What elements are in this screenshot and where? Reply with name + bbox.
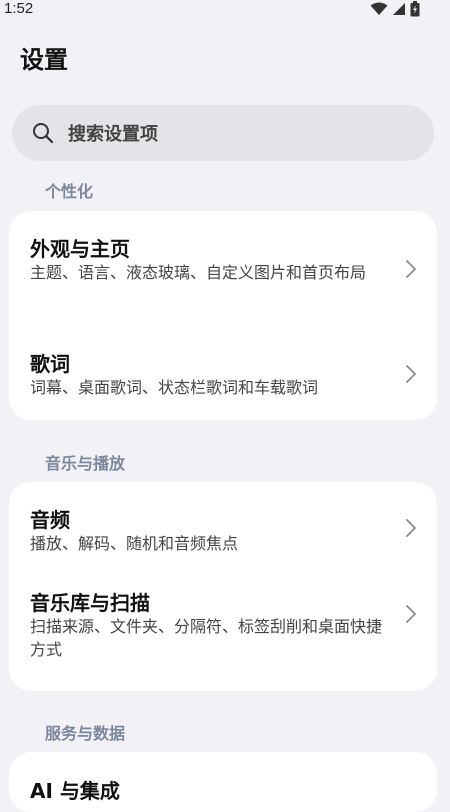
section-label-services-data: 服务与数据 <box>45 724 126 743</box>
chevron-right-icon <box>406 365 416 383</box>
status-bar: 1:52 <box>0 0 450 22</box>
item-subtitle: 播放、解码、随机和音频焦点 <box>30 534 239 553</box>
status-icons <box>370 1 420 17</box>
settings-item-audio[interactable]: 音频 播放、解码、随机和音频焦点 <box>9 482 437 574</box>
section-label-personalization: 个性化 <box>45 182 94 201</box>
status-time: 1:52 <box>4 0 34 17</box>
chevron-right-icon <box>406 519 416 537</box>
item-subtitle: 词幕、桌面歌词、状态栏歌词和车载歌词 <box>30 378 319 397</box>
signal-icon <box>393 3 405 15</box>
settings-card-services-data: AI 与集成 <box>9 752 437 812</box>
battery-charging-icon <box>410 1 420 17</box>
settings-item-ai-integration[interactable]: AI 与集成 <box>9 752 437 812</box>
settings-card-music-playback: 音频 播放、解码、随机和音频焦点 音乐库与扫描 扫描来源、文件夹、分隔符、标签刮… <box>9 482 437 691</box>
search-input[interactable]: 搜索设置项 <box>12 105 434 161</box>
item-subtitle: 扫描来源、文件夹、分隔符、标签刮削和桌面快捷方式 <box>30 617 383 659</box>
item-title: 音乐库与扫描 <box>30 591 150 615</box>
page-title: 设置 <box>20 46 68 74</box>
settings-item-music-library[interactable]: 音乐库与扫描 扫描来源、文件夹、分隔符、标签刮削和桌面快捷方式 <box>9 574 437 691</box>
settings-item-lyrics[interactable]: 歌词 词幕、桌面歌词、状态栏歌词和车载歌词 <box>9 331 437 420</box>
settings-item-appearance[interactable]: 外观与主页 主题、语言、液态玻璃、自定义图片和首页布局 <box>9 211 437 331</box>
chevron-right-icon <box>406 260 416 278</box>
item-title: 歌词 <box>30 352 70 376</box>
chevron-right-icon <box>406 605 416 623</box>
search-icon <box>33 123 54 144</box>
settings-card-personalization: 外观与主页 主题、语言、液态玻璃、自定义图片和首页布局 歌词 词幕、桌面歌词、状… <box>9 211 437 420</box>
item-title: 音频 <box>30 508 70 532</box>
item-subtitle: 主题、语言、液态玻璃、自定义图片和首页布局 <box>30 263 367 282</box>
section-label-music-playback: 音乐与播放 <box>45 454 126 473</box>
item-title: 外观与主页 <box>30 237 130 261</box>
search-placeholder: 搜索设置项 <box>68 124 158 145</box>
wifi-icon <box>370 2 388 15</box>
